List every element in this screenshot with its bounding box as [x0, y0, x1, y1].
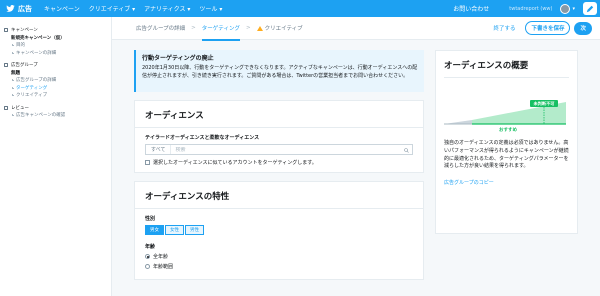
brand[interactable]: 広告: [6, 4, 32, 14]
account-caret-icon[interactable]: ▾: [572, 6, 575, 12]
brand-label: 広告: [18, 4, 32, 13]
sidebar-campaign-name[interactable]: 新規売キャンペーン（仮）: [11, 35, 111, 41]
sidebar-item-creatives[interactable]: クリエイティブ: [12, 92, 111, 98]
nav-analytics[interactable]: アナリティクス ▾: [144, 4, 190, 13]
audience-summary-description: 独自のオーディエンスの定義は必須ではありません。高いパフォーマンスが得られるよう…: [444, 140, 569, 170]
compose-button[interactable]: [583, 2, 597, 15]
next-button[interactable]: 次: [574, 21, 592, 35]
copy-adgroup-link[interactable]: 広告グループのコピー: [436, 171, 577, 186]
traits-card-title: オーディエンスの特性: [135, 182, 423, 209]
age-all-label: 全年齢: [153, 254, 169, 260]
sidebar-item-review-campaign[interactable]: 広告キャンペーンの確認: [12, 112, 111, 118]
sidebar-section-label: キャンペーン: [11, 28, 38, 33]
main-content: 行動ターゲティングの廃止 2020年1月30日以降、行動をターゲティングできなく…: [134, 50, 424, 280]
sidebar-item-objective[interactable]: 目的: [12, 42, 111, 48]
tailored-audience-label: テイラードオーディエンスと柔軟なオーディエンス: [145, 135, 260, 141]
exit-button[interactable]: 終了する: [493, 24, 515, 32]
audience-traits-card: オーディエンスの特性 性別 男女 女性 男性 年齢 全年齢 年齢範囲: [134, 181, 424, 280]
compose-icon: [586, 5, 594, 12]
audience-summary-panel: オーディエンスの概要 未判断不可 おすすめ 独自のオーディエンスの定義は必須では…: [435, 50, 578, 234]
sidebar-item-targeting[interactable]: ターゲティング: [12, 85, 111, 91]
tab-creatives-label: クリエイティブ: [264, 26, 303, 32]
audience-card-title: オーディエンス: [135, 101, 423, 128]
step-header: 広告グループの詳細 > ターゲティング > クリエイティブ 終了する 下書きを保…: [112, 17, 600, 41]
gender-option-female[interactable]: 女性: [165, 225, 184, 235]
audience-summary-title: オーディエンスの概要: [444, 61, 529, 71]
audience-card: オーディエンス テイラードオーディエンスと柔軟なオーディエンス すべて 選択した…: [134, 100, 424, 173]
gender-option-all[interactable]: 男女: [145, 225, 164, 235]
age-label: 年齢: [145, 244, 156, 250]
lookalike-checkbox-label: 選択したオーディエンスに似ているアカウントをターゲティングします。: [153, 160, 317, 166]
audience-narrow-area: [444, 120, 472, 124]
twitter-bird-icon: [6, 5, 15, 12]
audience-size-graphic: 未判断不可 おすすめ: [436, 80, 577, 134]
notice-body: 2020年1月30日以降、行動をターゲティングできなくなります。アクティブなキャ…: [142, 65, 418, 79]
audience-search: すべて: [145, 144, 413, 155]
recommended-label: おすすめ: [499, 126, 517, 133]
age-option-all[interactable]: 全年齢: [145, 253, 413, 260]
audience-marker-label: 未判断不可: [534, 100, 556, 107]
age-option-range[interactable]: 年齢範囲: [145, 263, 413, 270]
notice-title: 行動ターゲティングの廃止: [142, 55, 214, 62]
search-icon: [404, 148, 409, 153]
sidebar-item-campaign-details[interactable]: キャンペーンの詳細: [12, 50, 111, 56]
lookalike-checkbox[interactable]: [145, 160, 150, 165]
nav-contact-link[interactable]: お問い合わせ: [453, 4, 489, 13]
search-category-select[interactable]: すべて: [146, 145, 172, 154]
account-name[interactable]: twtadreport (ww): [509, 6, 552, 12]
sidebar-section-label: レビュー: [11, 105, 29, 111]
lookalike-checkbox-row[interactable]: 選択したオーディエンスに似ているアカウントをターゲティングします。: [145, 159, 413, 166]
deprecation-notice: 行動ターゲティングの廃止 2020年1月30日以降、行動をターゲティングできなく…: [134, 50, 424, 92]
sidebar-section-campaign[interactable]: キャンペーン: [4, 27, 111, 33]
review-icon: [4, 105, 8, 110]
top-nav: 広告 キャンペーン クリエイティブ ▾ アナリティクス ▾ ツール ▾ お問い合…: [0, 0, 600, 17]
tab-creatives[interactable]: クリエイティブ: [256, 24, 303, 32]
adgroup-icon: [4, 63, 8, 67]
age-all-radio[interactable]: [145, 254, 150, 259]
sidebar-section-adgroup[interactable]: 広告グループ: [4, 62, 111, 68]
tab-targeting[interactable]: ターゲティング: [201, 17, 241, 41]
sidebar-adgroup-name[interactable]: 無題: [11, 70, 111, 76]
nav-tools[interactable]: ツール ▾: [199, 4, 222, 13]
gender-selector: 男女 女性 男性: [145, 225, 413, 235]
age-range-label: 年齢範囲: [153, 264, 174, 270]
save-draft-button[interactable]: 下書きを保存: [525, 21, 571, 35]
sidebar-section-label: 広告グループ: [11, 63, 38, 68]
breadcrumb-separator: >: [245, 25, 251, 31]
campaign-icon: [4, 28, 8, 32]
warning-icon: [256, 25, 263, 31]
gender-label: 性別: [145, 216, 156, 222]
audience-size-chart: 未判断不可 おすすめ: [444, 100, 566, 133]
nav-campaigns[interactable]: キャンペーン: [44, 4, 80, 13]
sidebar-section-review[interactable]: レビュー: [4, 105, 111, 111]
avatar[interactable]: [560, 3, 571, 14]
audience-search-input[interactable]: [171, 146, 412, 153]
sidebar: キャンペーン 新規売キャンペーン（仮） 目的 キャンペーンの詳細 広告グループ …: [0, 17, 112, 296]
age-range-radio[interactable]: [145, 264, 150, 269]
gender-option-male[interactable]: 男性: [185, 225, 204, 235]
sidebar-item-adgroup-details[interactable]: 広告グループの詳細: [12, 77, 111, 83]
breadcrumb-separator: >: [191, 25, 196, 31]
nav-creatives[interactable]: クリエイティブ ▾: [89, 4, 135, 13]
breadcrumb-adgroup-details[interactable]: 広告グループの詳細: [136, 24, 185, 32]
